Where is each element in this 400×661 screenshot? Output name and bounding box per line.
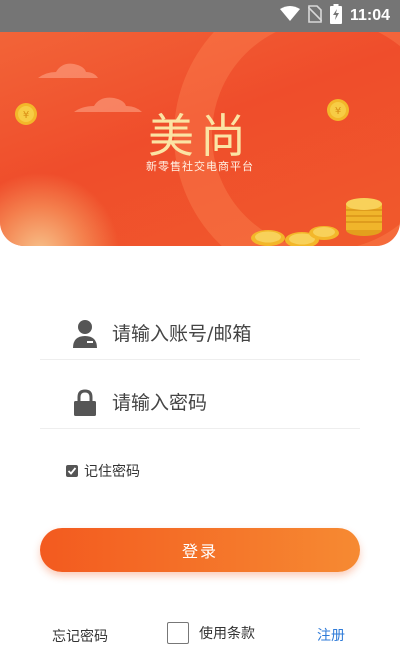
lock-icon [70,387,100,419]
terms-label: 使用条款 [199,626,255,642]
cloud-icon [38,63,98,78]
coins-pile-icon [251,226,339,246]
login-button[interactable]: 登录 [40,528,360,572]
no-sim-icon [307,5,323,27]
footer-links: 忘记密码 使用条款 注册 [0,620,400,650]
forgot-password-link[interactable]: 忘记密码 [52,626,108,646]
decorative-glow [0,172,120,246]
brand-title: 美尚 [148,111,252,162]
password-input[interactable] [110,391,354,415]
user-icon [70,318,100,350]
password-field [40,378,360,429]
brand-subtitle: 新零售社交电商平台 [146,160,254,173]
battery-charging-icon [329,4,342,28]
account-input[interactable] [110,322,354,346]
account-field [40,309,360,360]
register-link[interactable]: 注册 [317,625,345,645]
checkmark-icon [67,467,77,475]
status-bar: 11:04 [0,0,400,32]
status-time: 11:04 [349,7,390,24]
terms-of-use[interactable]: 使用条款 [167,622,255,644]
remember-label: 记住密码 [84,464,140,480]
terms-checkbox[interactable] [167,622,189,644]
remember-checkbox[interactable] [66,465,78,477]
wifi-icon [279,6,300,26]
status-icons: 11:04 [279,4,390,28]
remember-password[interactable]: 记住密码 [66,461,140,481]
header-banner: ¥ ¥ 美尚 新零售社交电商平台 [0,32,400,246]
